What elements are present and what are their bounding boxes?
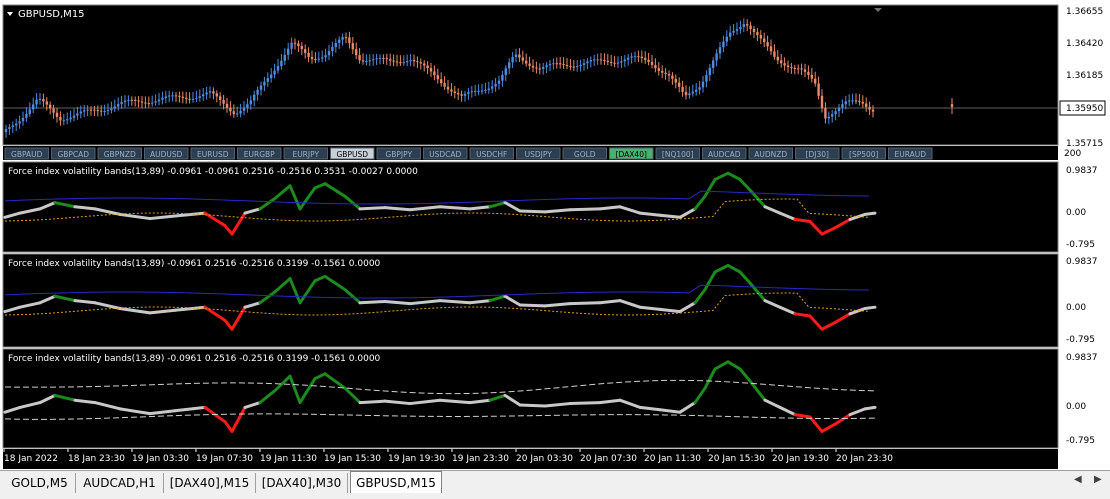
time-label: 18 Jan 23:30 [68, 454, 125, 464]
level-label: 0.00 [1066, 208, 1086, 218]
symbol-tab-label: GBPAUD [11, 150, 43, 159]
symbol-tab-label: EURUSD [197, 150, 229, 159]
time-label: 20 Jan 03:30 [516, 454, 573, 464]
scroll-right-icon[interactable]: ▶ [1094, 474, 1102, 485]
symbol-tab-label: EURAUD [894, 150, 926, 159]
symbol-tab-label: GBPUSD [336, 150, 368, 159]
window-tab-gold-m5[interactable]: GOLD,M5 [4, 473, 76, 493]
time-label: 19 Jan 07:30 [196, 454, 253, 464]
time-label: 19 Jan 11:30 [260, 454, 317, 464]
symbol-tab-label: GBPJPY [385, 150, 412, 159]
level-label: 0.9837 [1066, 353, 1098, 363]
symbol-tab-label: GBPNZD [104, 150, 136, 159]
time-label: 19 Jan 19:30 [388, 454, 445, 464]
time-label: 18 Jan 2022 [4, 454, 58, 464]
symbol-tab-label: [DAX40] [616, 150, 647, 159]
level-label: 0.9837 [1066, 257, 1098, 267]
time-label: 20 Jan 15:30 [708, 454, 765, 464]
time-label: 20 Jan 11:30 [644, 454, 701, 464]
price-label: 1.36185 [1066, 71, 1103, 81]
window-tab-dax40-m15[interactable]: [DAX40],M15 [164, 473, 256, 493]
level-label: 0.00 [1066, 303, 1086, 313]
scroll-left-icon[interactable]: ◀ [1074, 474, 1082, 485]
indicator-title: Force index volatility bands(13,89) -0.0… [8, 354, 381, 364]
time-label: 20 Jan 07:30 [580, 454, 637, 464]
time-label: 20 Jan 19:30 [772, 454, 829, 464]
time-label: 19 Jan 03:30 [132, 454, 189, 464]
symbol-tab-label: AUDCAD [708, 150, 741, 159]
time-label: 19 Jan 23:30 [452, 454, 509, 464]
price-label: 1.36420 [1066, 39, 1103, 49]
level-label: -0.795 [1066, 436, 1095, 446]
window-tab-audcad-h1[interactable]: AUDCAD,H1 [76, 473, 164, 493]
scale-value: 200 [1064, 149, 1081, 159]
symbol-tab-label: USDJPY [525, 150, 553, 159]
indicator-pane-1[interactable]: Force index volatility bands(13,89) -0.0… [2, 161, 1098, 253]
time-label: 20 Jan 23:30 [836, 454, 893, 464]
symbol-tab-label: EURGBP [244, 150, 275, 159]
symbol-tab-label: AUDUSD [150, 150, 183, 159]
current-price-label: 1.35950 [1066, 104, 1103, 114]
level-label: 0.00 [1066, 402, 1086, 412]
price-label: 1.35715 [1066, 139, 1103, 149]
level-label: -0.795 [1066, 240, 1095, 250]
indicator-pane-2[interactable]: Force index volatility bands(13,89) -0.0… [2, 253, 1098, 348]
indicator-title: Force index volatility bands(13,89) -0.0… [8, 167, 418, 177]
price-label: 1.36655 [1066, 7, 1103, 17]
main-chart-plot[interactable] [2, 4, 1059, 146]
time-label: 19 Jan 15:30 [324, 454, 381, 464]
symbol-tab-label: USDCHF [476, 150, 507, 159]
indicator-title: Force index volatility bands(13,89) -0.0… [8, 259, 381, 269]
window-tab-gbpusd-m15[interactable]: GBPUSD,M15 [350, 471, 442, 493]
window-tabs-bar: GOLD,M5 AUDCAD,H1 [DAX40],M15 [DAX40],M3… [0, 470, 1110, 499]
symbol-tab-label: [DJ30] [806, 150, 829, 159]
chart-area[interactable]: GBPUSD,M15 1.36655 1.36420 1.36185 1.357… [0, 0, 1110, 470]
terminal-window: GBPUSD,M15 1.36655 1.36420 1.36185 1.357… [0, 0, 1110, 499]
symbol-tab-label: GBPCAD [57, 150, 89, 159]
symbol-tab-label: [NQ100] [662, 150, 694, 159]
level-label: 0.9837 [1066, 166, 1098, 176]
indicator-pane-3[interactable]: Force index volatility bands(13,89) -0.0… [2, 348, 1098, 449]
window-tab-dax40-m30[interactable]: [DAX40],M30 [256, 473, 348, 493]
symbol-tab-label: AUDNZD [754, 150, 787, 159]
symbol-tab-label: EURJPY [292, 150, 319, 159]
symbol-tab-label: GOLD [574, 150, 596, 159]
symbol-title: GBPUSD,M15 [18, 9, 85, 20]
level-label: -0.795 [1066, 335, 1095, 345]
symbol-tab-label: [SP500] [849, 150, 879, 159]
symbol-tab-label: USDCAD [429, 150, 461, 159]
